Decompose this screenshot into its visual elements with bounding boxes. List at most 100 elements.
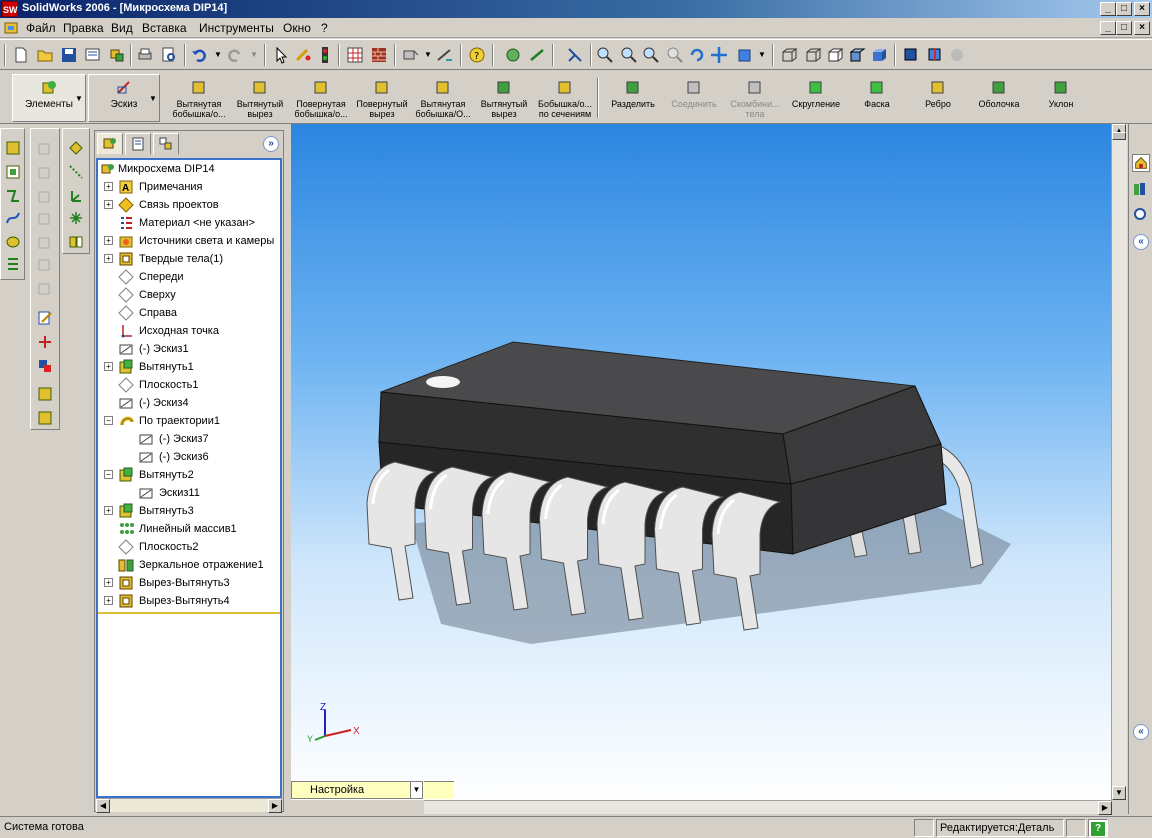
command-item-6[interactable]: Бобышка/о... по сечениям: [534, 76, 596, 122]
doc-close-button[interactable]: ×: [1134, 21, 1150, 35]
command-item-1[interactable]: Вытянутый вырез: [229, 76, 291, 122]
task-pane-home-icon[interactable]: [1132, 154, 1150, 172]
doc-minimize-button[interactable]: _: [1100, 21, 1116, 35]
disabled-cube-3-icon[interactable]: [36, 187, 54, 205]
close-button[interactable]: ×: [1134, 2, 1150, 16]
redo-icon[interactable]: [226, 46, 244, 64]
menu-view[interactable]: Вид: [111, 21, 133, 35]
tree-expand-toggle[interactable]: −: [104, 416, 113, 425]
save-icon[interactable]: [60, 46, 78, 64]
command-item-10[interactable]: Скругление: [785, 76, 847, 122]
menu-help[interactable]: ?: [321, 21, 328, 35]
wireframe-icon[interactable]: [780, 46, 798, 64]
realview-icon[interactable]: [948, 46, 966, 64]
command-item-3[interactable]: Повернутый вырез: [351, 76, 413, 122]
macro-record-icon[interactable]: [528, 46, 546, 64]
options-grid-icon[interactable]: [346, 46, 364, 64]
menu-insert[interactable]: Вставка: [142, 21, 187, 35]
extruded-boss-side-icon[interactable]: [4, 139, 22, 157]
section-view-icon[interactable]: [926, 46, 944, 64]
command-item-4[interactable]: Вытянутая бобышка/О...: [412, 76, 474, 122]
dip14-model[interactable]: Z X Y: [291, 124, 1111, 800]
status-help-icon[interactable]: ?: [1088, 819, 1108, 837]
macro-run-icon[interactable]: [504, 46, 522, 64]
menu-edit[interactable]: Правка: [63, 21, 104, 35]
zoom-area-icon[interactable]: [620, 46, 638, 64]
rotate-view-icon[interactable]: [688, 46, 706, 64]
sheet-metal-dropdown-icon[interactable]: ▼: [424, 50, 432, 59]
tab-property-manager[interactable]: [125, 133, 151, 155]
make-drawing-icon[interactable]: [84, 46, 102, 64]
command-item-0[interactable]: Вытянутая бобышка/о...: [168, 76, 230, 122]
tree-expand-toggle[interactable]: +: [104, 182, 113, 191]
help-icon[interactable]: ?: [468, 46, 486, 64]
menu-file[interactable]: Файл: [26, 21, 56, 35]
hidden-lines-removed-icon[interactable]: [826, 46, 844, 64]
shaded-with-edges-icon[interactable]: [848, 46, 866, 64]
rollback-bar[interactable]: [98, 612, 280, 614]
tree-expand-toggle[interactable]: +: [104, 254, 113, 263]
loft-side-icon[interactable]: [4, 233, 22, 251]
disabled-cube-7-icon[interactable]: [36, 279, 54, 297]
add-relation-icon[interactable]: [36, 333, 54, 351]
maximize-button[interactable]: □: [1116, 2, 1132, 16]
appearance-brick-icon[interactable]: [370, 46, 388, 64]
menu-tools[interactable]: Инструменты: [199, 21, 274, 35]
doc-restore-button[interactable]: □: [1116, 21, 1132, 35]
disabled-cube-2-icon[interactable]: [36, 163, 54, 181]
task-pane-expand-icon[interactable]: «: [1133, 234, 1149, 250]
redo-dropdown-icon[interactable]: ▼: [250, 50, 258, 59]
shadows-icon[interactable]: [902, 46, 920, 64]
point-icon[interactable]: [67, 209, 85, 227]
reference-axis-icon[interactable]: [67, 187, 85, 205]
views-dropdown-icon[interactable]: ▼: [758, 50, 766, 59]
command-item-5[interactable]: Вытянутый вырез: [473, 76, 535, 122]
graphics-horizontal-scrollbar[interactable]: ▶: [424, 800, 1112, 815]
command-item-12[interactable]: Ребро: [907, 76, 969, 122]
command-item-14[interactable]: Уклон: [1030, 76, 1092, 122]
centerline-icon[interactable]: [67, 163, 85, 181]
tree-expand-toggle[interactable]: −: [104, 470, 113, 479]
disabled-cube-5-icon[interactable]: [36, 233, 54, 251]
tree-expand-toggle[interactable]: +: [104, 200, 113, 209]
tree-horizontal-scrollbar[interactable]: ◀ ▶: [96, 798, 282, 813]
undo-icon[interactable]: [190, 46, 208, 64]
helix-side-icon[interactable]: [4, 255, 22, 273]
menu-window[interactable]: Окно: [283, 21, 311, 35]
graphics-vertical-scrollbar[interactable]: ▲ ▼: [1111, 124, 1127, 800]
print-preview-icon[interactable]: [160, 46, 178, 64]
standard-views-icon[interactable]: [736, 46, 754, 64]
tree-expand-toggle[interactable]: +: [104, 362, 113, 371]
disabled-cube-1-icon[interactable]: [36, 139, 54, 157]
shaded-icon[interactable]: [870, 46, 888, 64]
make-assembly-icon[interactable]: [108, 46, 126, 64]
graphics-area[interactable]: Z X Y: [291, 124, 1111, 800]
task-pane-expand-bottom-icon[interactable]: «: [1133, 724, 1149, 740]
tab-feature-tree[interactable]: [97, 133, 123, 155]
document-icon[interactable]: [3, 20, 19, 36]
open-folder-icon[interactable]: [36, 46, 54, 64]
tree-expand-toggle[interactable]: +: [104, 578, 113, 587]
task-pane-library-icon[interactable]: [1132, 180, 1150, 198]
rebuild-icon[interactable]: [294, 46, 312, 64]
disabled-cube-6-icon[interactable]: [36, 255, 54, 273]
extruded-cut-side-icon[interactable]: [4, 163, 22, 181]
zoom-in-out-icon[interactable]: [642, 46, 660, 64]
command-item-7[interactable]: Разделить: [602, 76, 664, 122]
tree-scroll-left-button[interactable]: ◀: [96, 799, 110, 813]
tree-scroll-right-button[interactable]: ▶: [268, 799, 282, 813]
hidden-lines-visible-icon[interactable]: [804, 46, 822, 64]
sketch-rectangle-icon[interactable]: [67, 139, 85, 157]
command-item-8[interactable]: Соединить: [663, 76, 725, 122]
measure-icon[interactable]: [436, 46, 454, 64]
curve-icon[interactable]: [67, 233, 85, 251]
command-item-2[interactable]: Повернутая бобышка/о...: [290, 76, 352, 122]
command-item-11[interactable]: Фаска: [846, 76, 908, 122]
tree-expand-toggle[interactable]: +: [104, 236, 113, 245]
zoom-selection-icon[interactable]: [666, 46, 684, 64]
edit-sketch-icon[interactable]: [36, 309, 54, 327]
command-item-9[interactable]: Скомбини... тела: [724, 76, 786, 122]
sketch-line-side-icon[interactable]: [4, 187, 22, 205]
zoom-to-fit-icon[interactable]: [596, 46, 614, 64]
move-entities-icon[interactable]: [36, 357, 54, 375]
